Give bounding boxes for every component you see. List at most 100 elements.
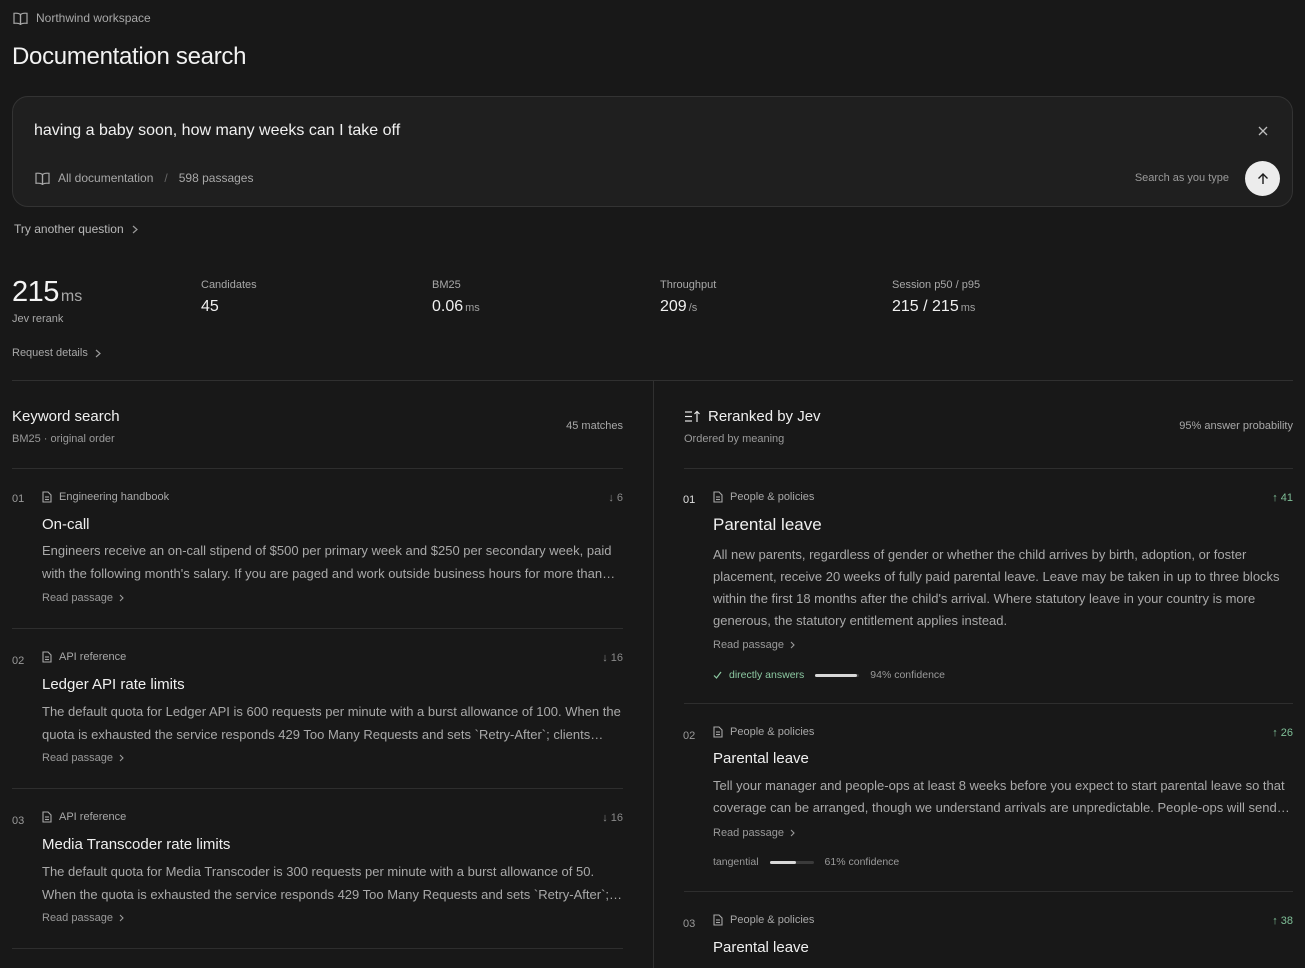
document-icon <box>713 914 723 926</box>
result-source: People & policies <box>713 491 814 503</box>
rerank-title: Reranked by Jev <box>708 408 821 425</box>
rerank-latency-value: 215 <box>12 276 59 308</box>
chevron-right-icon <box>132 225 138 234</box>
search-mode-label[interactable]: Search as you type <box>1135 172 1229 184</box>
result-excerpt: Engineers receive an on-call stipend of … <box>42 543 612 581</box>
result-source: People & policies <box>713 726 814 738</box>
book-open-icon <box>35 172 50 185</box>
page-title: Documentation search <box>12 43 247 70</box>
document-icon <box>713 491 723 503</box>
throughput-label: Throughput <box>660 279 717 291</box>
result-excerpt: All new parents, regardless of gender or… <box>713 547 1280 628</box>
result-source-label: People & policies <box>730 914 815 926</box>
read-passage-link[interactable]: Read passage <box>42 912 124 924</box>
result-title: Parental leave <box>713 515 822 534</box>
result-title: Parental leave <box>713 750 809 767</box>
keyword-column-title: Keyword search <box>12 408 120 425</box>
result-source: API reference <box>42 651 126 663</box>
try-another-question-link[interactable]: Try another question <box>14 222 138 236</box>
keyword-title: Keyword search <box>12 408 120 425</box>
read-passage-link[interactable]: Read passage <box>42 592 124 604</box>
result-excerpt: Tell your manager and people-ops at leas… <box>713 778 1285 815</box>
rerank-column-title: Reranked by Jev <box>684 408 821 425</box>
book-open-icon <box>13 12 28 25</box>
rerank-result[interactable]: 01 People & policies ↑ 41 Parental leave… <box>683 490 1293 685</box>
answer-probability: 95% answer probability <box>1179 420 1293 432</box>
result-rank: 02 <box>683 730 696 742</box>
read-passage-label: Read passage <box>42 912 113 924</box>
chevron-right-icon <box>790 641 795 649</box>
keyword-match-count: 45 matches <box>566 420 623 432</box>
read-passage-link[interactable]: Read passage <box>713 827 795 839</box>
confidence-bar <box>769 860 814 864</box>
scope-label: All documentation <box>58 171 154 185</box>
arrow-up-icon <box>1256 172 1270 186</box>
document-icon <box>42 811 52 823</box>
result-source-label: API reference <box>59 811 127 823</box>
result-excerpt: The default quota for Media Transcoder i… <box>42 864 610 902</box>
workspace-switcher[interactable]: Northwind workspace <box>13 11 151 25</box>
request-details-link[interactable]: Request details <box>12 347 101 359</box>
divider <box>684 891 1293 892</box>
result-source: API reference <box>42 811 126 823</box>
throughput-metric: Throughput 209/s <box>660 279 716 316</box>
result-rank: 02 <box>12 655 25 667</box>
chevron-right-icon <box>790 829 795 837</box>
verdict-label: directly answers <box>729 669 805 681</box>
divider <box>12 468 623 469</box>
read-passage-label: Read passage <box>713 639 784 651</box>
confidence-label: 61% confidence <box>824 856 900 868</box>
rerank-latency-label: Jev rerank <box>12 313 64 325</box>
result-title: Parental leave <box>713 939 809 956</box>
document-icon <box>42 651 52 663</box>
result-rank: 01 <box>683 494 696 506</box>
submit-button[interactable] <box>1245 161 1280 196</box>
read-passage-label: Read passage <box>42 752 113 764</box>
chevron-right-icon <box>119 914 124 922</box>
result-title: Ledger API rate limits <box>42 676 185 693</box>
rank-delta: ↓ 16 <box>602 652 623 664</box>
result-rank: 01 <box>12 493 25 505</box>
rerank-result[interactable]: 02 People & policies ↑ 26 Parental leave… <box>683 725 1293 875</box>
workspace-name: Northwind workspace <box>36 11 151 25</box>
result-rank: 03 <box>12 815 25 827</box>
confidence-bar-fill <box>815 673 857 677</box>
try-another-label: Try another question <box>14 222 124 236</box>
read-passage-label: Read passage <box>42 592 113 604</box>
bm25-label: BM25 <box>432 279 461 291</box>
keyword-result[interactable]: 03 API reference ↓ 16 Media Transcoder r… <box>12 810 623 930</box>
verdict-label: tangential <box>713 856 759 868</box>
result-source-label: API reference <box>59 651 127 663</box>
bm25-metric: BM25 0.06 ms <box>432 279 480 316</box>
rank-delta: ↓ 16 <box>602 812 623 824</box>
keyword-result[interactable]: 02 API reference ↓ 16 Ledger API rate li… <box>12 650 623 770</box>
read-passage-link[interactable]: Read passage <box>42 752 124 764</box>
rerank-latency-unit: ms <box>60 288 83 305</box>
session-metric: Session p50 / p95 215 / 215 ms <box>892 279 980 316</box>
result-rank: 03 <box>683 918 696 930</box>
close-icon[interactable] <box>1256 124 1270 138</box>
rerank-subtitle: Ordered by meaning <box>684 433 785 445</box>
request-details-label: Request details <box>12 347 88 359</box>
keyword-result[interactable]: 01 Engineering handbook ↓ 6 On-call Engi… <box>12 490 623 610</box>
scope-count: 598 passages <box>178 171 254 185</box>
keyword-subtitle: BM25 · original order <box>12 433 115 445</box>
result-source: People & policies <box>713 914 814 926</box>
session-value: 215 / 215 <box>892 298 959 315</box>
scope-separator: / <box>164 171 168 185</box>
search-input[interactable]: having a baby soon, how many weeks can I… <box>34 122 400 140</box>
read-passage-link[interactable]: Read passage <box>713 639 795 651</box>
result-source: Engineering handbook <box>42 491 169 503</box>
search-scope[interactable]: All documentation / 598 passages <box>35 171 253 185</box>
confidence-bar <box>815 673 860 677</box>
rank-delta: ↑ 41 <box>1272 492 1293 504</box>
document-icon <box>42 491 52 503</box>
result-title: Media Transcoder rate limits <box>42 836 231 853</box>
confidence-bar-fill <box>769 860 797 864</box>
rerank-result[interactable]: 03 People & policies ↑ 38 Parental leave <box>683 913 1293 968</box>
throughput-unit: /s <box>688 302 698 314</box>
session-unit: ms <box>960 302 976 314</box>
rank-delta: ↑ 38 <box>1272 915 1293 927</box>
divider <box>684 468 1293 469</box>
divider <box>12 788 623 789</box>
